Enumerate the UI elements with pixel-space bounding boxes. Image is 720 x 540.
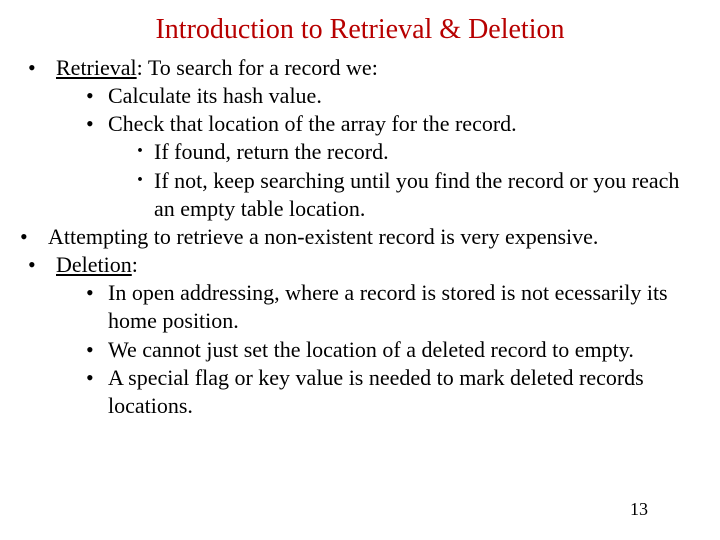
- deletion-special-flag: A special flag or key value is needed to…: [86, 364, 690, 420]
- deletion-open-addressing: In open addressing, where a record is st…: [86, 279, 690, 335]
- retrieval-step-hash: Calculate its hash value.: [86, 82, 690, 110]
- bullet-deletion: Deletion: In open addressing, where a re…: [28, 251, 690, 420]
- deletion-cannot-empty: We cannot just set the location of a del…: [86, 336, 690, 364]
- slide: Introduction to Retrieval & Deletion Ret…: [0, 0, 720, 540]
- retrieval-not-found: If not, keep searching until you find th…: [136, 167, 690, 223]
- page-number: 13: [630, 499, 648, 520]
- retrieval-label: Retrieval: [56, 55, 137, 80]
- retrieval-step-check: Check that location of the array for the…: [86, 110, 690, 223]
- retrieval-found: If found, return the record.: [136, 138, 690, 166]
- bullet-retrieval: Retrieval: To search for a record we: Ca…: [28, 54, 690, 223]
- slide-body: Retrieval: To search for a record we: Ca…: [0, 46, 720, 420]
- deletion-label: Deletion: [56, 252, 132, 277]
- retrieval-step-check-text: Check that location of the array for the…: [108, 111, 517, 136]
- deletion-after: :: [132, 252, 138, 277]
- bullet-nonexistent: Attempting to retrieve a non-existent re…: [20, 223, 690, 251]
- retrieval-after: : To search for a record we:: [137, 55, 378, 80]
- slide-title: Introduction to Retrieval & Deletion: [0, 0, 720, 46]
